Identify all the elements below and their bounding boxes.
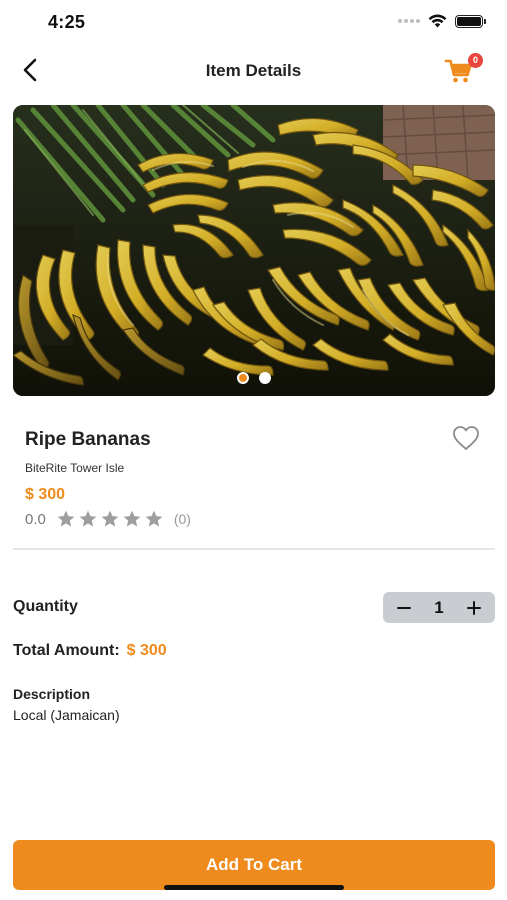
star-icon [101, 510, 119, 527]
rating-row: 0.0 (0) [25, 509, 191, 529]
minus-icon [397, 606, 411, 609]
product-price: $ 300 [25, 486, 66, 503]
star-icon [79, 510, 97, 527]
total-amount-label: Total Amount: [13, 642, 120, 659]
product-name: Ripe Bananas [25, 429, 151, 450]
quantity-value: 1 [434, 597, 444, 617]
battery-icon [455, 14, 486, 28]
home-indicator[interactable] [164, 885, 344, 890]
cellular-signal-icon [398, 19, 420, 23]
decrease-quantity-button[interactable] [393, 597, 415, 619]
status-time: 4:25 [48, 12, 86, 32]
favorite-button[interactable] [452, 425, 482, 453]
status-bar: 4:25 [0, 0, 507, 46]
quantity-label: Quantity [13, 598, 78, 615]
app-header: Item Details 0 [0, 50, 507, 90]
increase-quantity-button[interactable] [463, 597, 485, 619]
rating-count: (0) [173, 511, 191, 527]
product-image-carousel[interactable] [13, 105, 495, 396]
carousel-pagination [13, 372, 495, 384]
star-icon [57, 510, 75, 527]
plus-icon [467, 600, 481, 615]
add-to-cart-button[interactable]: Add To Cart [13, 840, 495, 890]
description-text: Local (Jamaican) [13, 707, 120, 723]
rating-value: 0.0 [25, 510, 46, 528]
status-icons [398, 14, 486, 28]
carousel-dot-2[interactable] [259, 372, 271, 384]
rating-stars [56, 509, 164, 529]
page-title: Item Details [205, 61, 302, 80]
carousel-dot-1[interactable] [237, 372, 249, 384]
star-icon [123, 510, 141, 527]
section-divider [13, 548, 495, 550]
star-icon [145, 510, 163, 527]
store-name: BiteRite Tower Isle [25, 461, 125, 475]
cart-button[interactable]: 0 [440, 52, 484, 86]
total-amount-value: $ 300 [126, 642, 167, 659]
cart-count-badge: 0 [468, 53, 483, 68]
description-label: Description [13, 686, 91, 702]
wifi-icon [428, 14, 447, 28]
total-amount-row: Total Amount: $ 300 [13, 642, 167, 660]
quantity-stepper: 1 [383, 592, 495, 623]
heart-outline-icon [453, 426, 479, 450]
product-image [13, 105, 495, 396]
